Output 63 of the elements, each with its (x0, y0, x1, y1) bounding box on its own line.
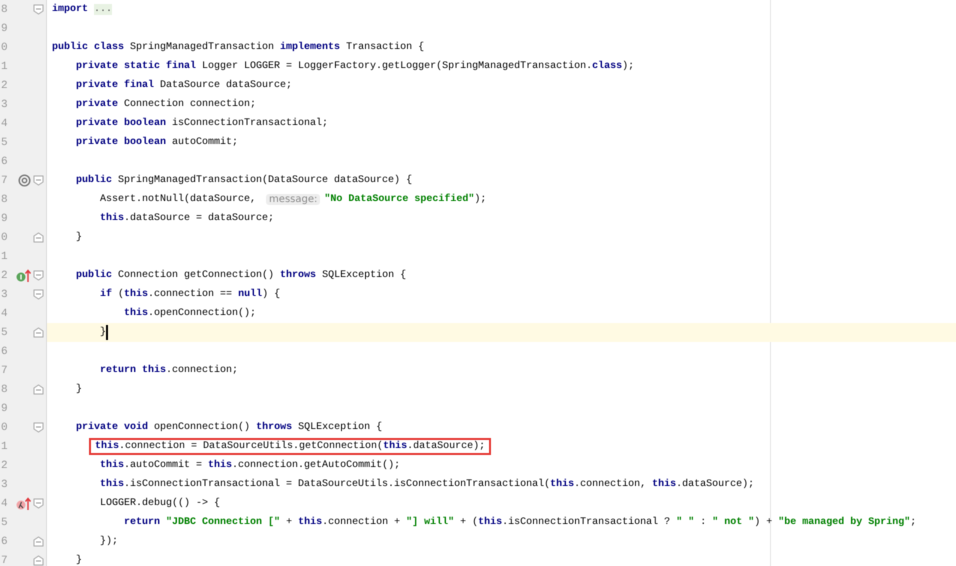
code-line: return this.connection; (99, 365, 238, 376)
line-number: 8 (1, 384, 9, 396)
lambda-arrow-icon[interactable] (16, 496, 32, 510)
code-line: } (75, 232, 82, 243)
code-line: private boolean autoCommit; (75, 137, 238, 148)
code-line: this.autoCommit = this.connection.getAutoCommit(); (99, 460, 400, 471)
code-line: }); (99, 536, 118, 547)
line-number: 4 (1, 498, 9, 510)
code-line: public SpringManagedTransaction(DataSource dataSource) { (75, 175, 412, 186)
line-number: 1 (1, 60, 9, 72)
code-line: private boolean isConnectionTransactional; (75, 118, 328, 129)
line-number: 4 (1, 308, 9, 320)
line-number: 4 (1, 118, 9, 130)
line-number: 7 (1, 364, 9, 376)
code-line: LOGGER.debug(() -> { (99, 498, 220, 509)
code-line: private Connection connection; (75, 99, 256, 110)
code-line: } (99, 325, 108, 340)
line-number: 1 (1, 440, 9, 452)
code-line: this.connection = DataSourceUtils.getConnection(this.dataSource); (95, 441, 486, 452)
line-number: 3 (1, 478, 9, 490)
code-line: this.dataSource = dataSource; (99, 213, 274, 224)
line-number: 5 (1, 136, 9, 148)
line-number: 6 (1, 346, 9, 358)
line-number: 3 (1, 98, 9, 110)
code-line: } (75, 555, 82, 566)
code-line: public class SpringManagedTransaction implements Transaction { (52, 42, 424, 53)
code-line: public Connection getConnection() throws SQLException { (75, 270, 406, 281)
line-number: 9 (1, 212, 9, 224)
line-number: 2 (1, 460, 9, 472)
line-number: 2 (1, 270, 9, 282)
line-number: 0 (1, 232, 9, 244)
code-line: this.openConnection(); (123, 308, 256, 319)
line-number: 6 (1, 156, 9, 168)
line-number: 1 (1, 250, 9, 262)
line-number: 8 (1, 194, 9, 206)
code-line: } (75, 384, 82, 395)
code-line: return "JDBC Connection [" + this.connection + "] will" + (this.isConnectionTransactional ? " " : " not ") + "be managed by Spring"; (123, 517, 916, 528)
code-line: import ... (52, 4, 112, 15)
line-number: 2 (1, 80, 9, 92)
fold-icon[interactable] (33, 498, 44, 509)
line-number: 5 (1, 326, 9, 338)
line-number: 8 (1, 4, 9, 16)
line-number: 9 (1, 402, 9, 414)
fold-icon[interactable] (33, 270, 44, 281)
line-number: 0 (1, 42, 9, 54)
line-number: 0 (1, 422, 9, 434)
implements-arrow-icon[interactable] (16, 268, 32, 282)
line-number: 9 (1, 22, 9, 34)
line-number: 5 (1, 516, 9, 528)
code-line: private final DataSource dataSource; (75, 80, 292, 91)
code-line: private static final Logger LOGGER = LoggerFactory.getLogger(SpringManagedTransaction.class); (75, 61, 634, 72)
fold-icon[interactable] (33, 422, 44, 433)
line-number: 7 (1, 554, 9, 566)
line-number: 7 (1, 174, 9, 186)
fold-icon[interactable] (33, 175, 44, 186)
code-line: private void openConnection() throws SQLException { (75, 422, 382, 433)
code-line: Assert.notNull(dataSource, message: "No DataSource specified"); (99, 194, 486, 205)
code-line: if (this.connection == null) { (99, 289, 280, 300)
fold-icon[interactable] (33, 4, 44, 15)
line-number: 3 (1, 288, 9, 300)
code-line: this.isConnectionTransactional = DataSourceUtils.isConnectionTransactional(this.connection, this.dataSource); (99, 479, 754, 490)
line-number: 6 (1, 536, 9, 548)
fold-icon[interactable] (33, 289, 44, 300)
